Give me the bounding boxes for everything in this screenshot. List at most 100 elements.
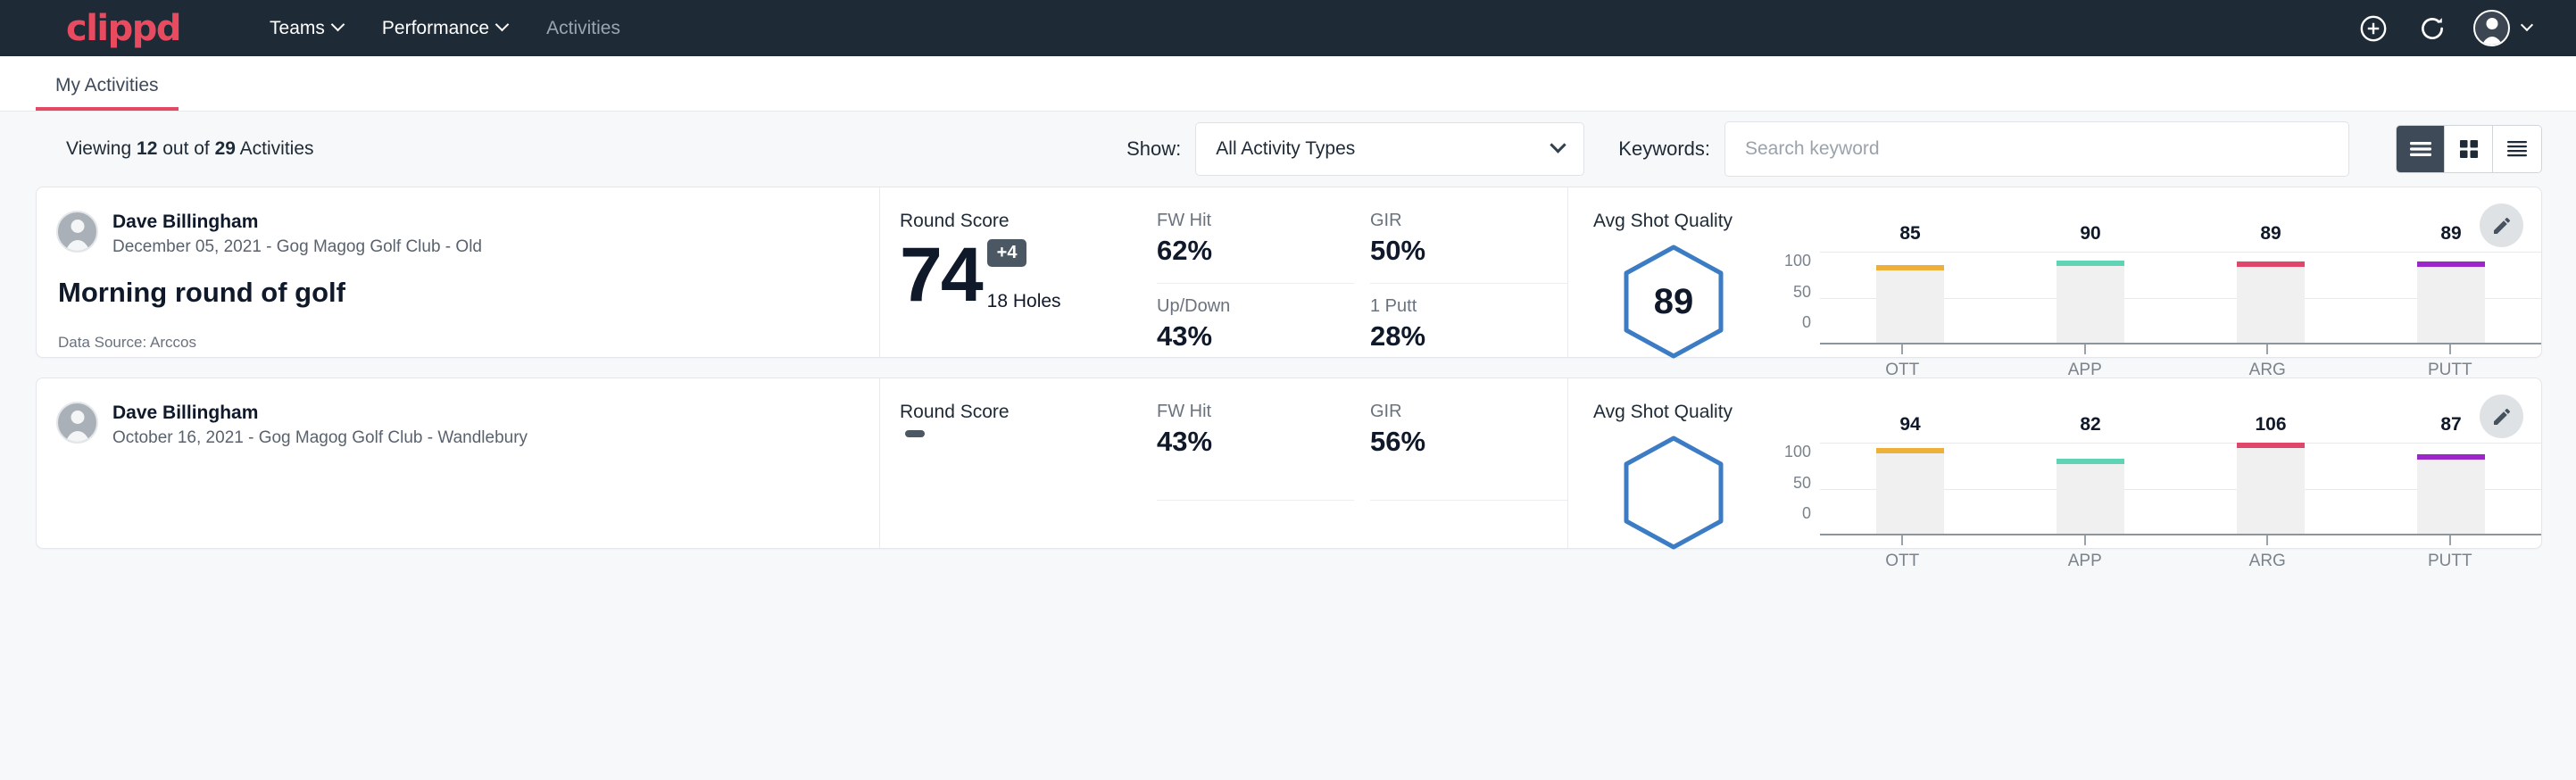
shot-quality-bar-chart: 100 50 0 85908989 OTT APP bbox=[1754, 239, 2541, 380]
bar-value-label: 90 bbox=[2057, 223, 2124, 245]
bar-cap bbox=[2237, 443, 2305, 448]
stat-up-down: Up/Down 43% bbox=[1157, 296, 1354, 358]
viewing-prefix: Viewing bbox=[66, 138, 131, 159]
viewing-count: 12 bbox=[137, 138, 157, 159]
stat-value: 56% bbox=[1370, 426, 1546, 458]
stat-label: GIR bbox=[1370, 211, 1546, 231]
bar-arg: 106 bbox=[2237, 443, 2305, 534]
viewing-suffix: Activities bbox=[240, 138, 314, 159]
activity-summary-column: Dave Billingham October 16, 2021 - Gog M… bbox=[37, 378, 880, 548]
author-name: Dave Billingham bbox=[112, 402, 528, 425]
bar-app: 82 bbox=[2057, 443, 2124, 534]
bar-putt: 89 bbox=[2417, 252, 2485, 343]
bar-value-label: 87 bbox=[2417, 414, 2485, 436]
chevron-down-icon bbox=[1550, 137, 1566, 153]
chart-x-axis: OTT APP ARG PUTT bbox=[1811, 344, 2541, 380]
edit-activity-button[interactable] bbox=[2480, 203, 2523, 247]
tab-strip: My Activities bbox=[0, 56, 2576, 112]
x-tick: PUTT bbox=[2416, 344, 2484, 380]
grid-view-icon bbox=[2457, 137, 2480, 161]
view-toggle-grid[interactable] bbox=[2445, 126, 2493, 172]
plus-circle-icon[interactable] bbox=[2356, 11, 2391, 46]
bar-cap bbox=[2417, 454, 2485, 460]
activity-card[interactable]: Dave Billingham October 16, 2021 - Gog M… bbox=[36, 378, 2542, 549]
viewing-summary: Viewing 12 out of 29 Activities bbox=[66, 138, 314, 160]
stat-one-putt bbox=[1370, 513, 1567, 548]
show-label: Show: bbox=[1126, 137, 1181, 161]
view-toggle-list[interactable] bbox=[2397, 126, 2445, 172]
score-to-par-badge bbox=[905, 430, 925, 437]
activity-title: Morning round of golf bbox=[58, 277, 879, 309]
bar-rect bbox=[2237, 261, 2305, 343]
chevron-down-icon bbox=[2521, 18, 2533, 30]
stat-gir: GIR 56% bbox=[1370, 402, 1567, 501]
x-tick: OTT bbox=[1868, 344, 1936, 380]
stat-label: Up/Down bbox=[1157, 296, 1333, 317]
x-tick: APP bbox=[2051, 535, 2119, 571]
stat-fw-hit: FW Hit 62% bbox=[1157, 211, 1354, 284]
stat-value: 43% bbox=[1157, 320, 1333, 353]
brand-logo[interactable]: clippd bbox=[66, 11, 180, 46]
view-toggle-detail[interactable] bbox=[2493, 126, 2541, 172]
list-view-icon bbox=[2408, 139, 2433, 159]
bar-ott: 85 bbox=[1876, 252, 1944, 343]
view-toggle-group bbox=[2396, 125, 2542, 173]
account-menu[interactable] bbox=[2473, 10, 2531, 46]
nav-item-performance-label: Performance bbox=[382, 0, 489, 56]
bar-cap bbox=[1876, 265, 1944, 270]
pencil-icon bbox=[2491, 406, 2513, 427]
keywords-label: Keywords: bbox=[1618, 137, 1710, 161]
activity-data-source: Data Source: Arccos bbox=[58, 334, 879, 352]
avg-shot-quality-column: Avg Shot Quality 89 100 50 0 bbox=[1567, 187, 2541, 357]
user-avatar-icon bbox=[2473, 10, 2510, 46]
avatar bbox=[56, 211, 98, 253]
round-stats-column: FW Hit 43% GIR 56% bbox=[1148, 378, 1567, 548]
activity-card[interactable]: Dave Billingham December 05, 2021 - Gog … bbox=[36, 187, 2542, 358]
bar-cap bbox=[2417, 261, 2485, 267]
stat-value: 28% bbox=[1370, 320, 1546, 353]
avg-shot-quality-column: Avg Shot Quality 100 50 0 bbox=[1567, 378, 2541, 548]
bar-rect bbox=[1876, 265, 1944, 343]
stat-gir: GIR 50% bbox=[1370, 211, 1567, 284]
nav-item-teams-label: Teams bbox=[270, 0, 325, 56]
bar-rect bbox=[2417, 454, 2485, 534]
edit-activity-button[interactable] bbox=[2480, 394, 2523, 438]
pencil-icon bbox=[2491, 215, 2513, 236]
bar-cap bbox=[1876, 448, 1944, 453]
x-tick: OTT bbox=[1868, 535, 1936, 571]
viewing-total: 29 bbox=[215, 138, 236, 159]
bar-rect bbox=[2417, 261, 2485, 343]
filter-controls: Show: All Activity Types Keywords: bbox=[1126, 121, 2542, 177]
x-tick: ARG bbox=[2233, 535, 2301, 571]
nav-item-performance[interactable]: Performance bbox=[362, 0, 527, 56]
top-navbar: clippd Teams Performance Activities bbox=[0, 0, 2576, 56]
y-tick: 0 bbox=[1802, 313, 1811, 332]
activity-date-course: December 05, 2021 - Gog Magog Golf Club … bbox=[112, 237, 482, 257]
viewing-middle: out of bbox=[162, 138, 210, 159]
avg-shot-quality-value: 89 bbox=[1621, 243, 1726, 361]
bar-app: 90 bbox=[2057, 252, 2124, 343]
stat-up-down bbox=[1157, 513, 1354, 548]
refresh-icon[interactable] bbox=[2414, 11, 2450, 46]
x-tick: PUTT bbox=[2416, 535, 2484, 571]
activity-summary-column: Dave Billingham December 05, 2021 - Gog … bbox=[37, 187, 880, 357]
search-input[interactable] bbox=[1724, 121, 2349, 177]
bar-cap bbox=[2237, 261, 2305, 267]
stat-value: 43% bbox=[1157, 426, 1333, 458]
bar-rect bbox=[1876, 448, 1944, 534]
round-score-value-row bbox=[900, 430, 1148, 503]
avg-shot-quality-value bbox=[1621, 434, 1726, 552]
activity-type-select[interactable]: All Activity Types bbox=[1195, 122, 1584, 176]
avg-shot-quality-hexagon bbox=[1593, 430, 1754, 552]
primary-nav: Teams Performance Activities bbox=[250, 0, 640, 56]
x-tick: APP bbox=[2051, 344, 2119, 380]
y-tick: 50 bbox=[1793, 474, 1811, 493]
y-tick: 0 bbox=[1802, 504, 1811, 523]
bar-cap bbox=[2057, 459, 2124, 464]
tab-my-activities[interactable]: My Activities bbox=[36, 75, 179, 111]
round-score-value: 74 bbox=[900, 239, 982, 312]
round-score-label: Round Score bbox=[900, 211, 1148, 232]
stat-fw-hit: FW Hit 43% bbox=[1157, 402, 1354, 501]
nav-item-activities[interactable]: Activities bbox=[527, 0, 640, 56]
nav-item-teams[interactable]: Teams bbox=[250, 0, 362, 56]
